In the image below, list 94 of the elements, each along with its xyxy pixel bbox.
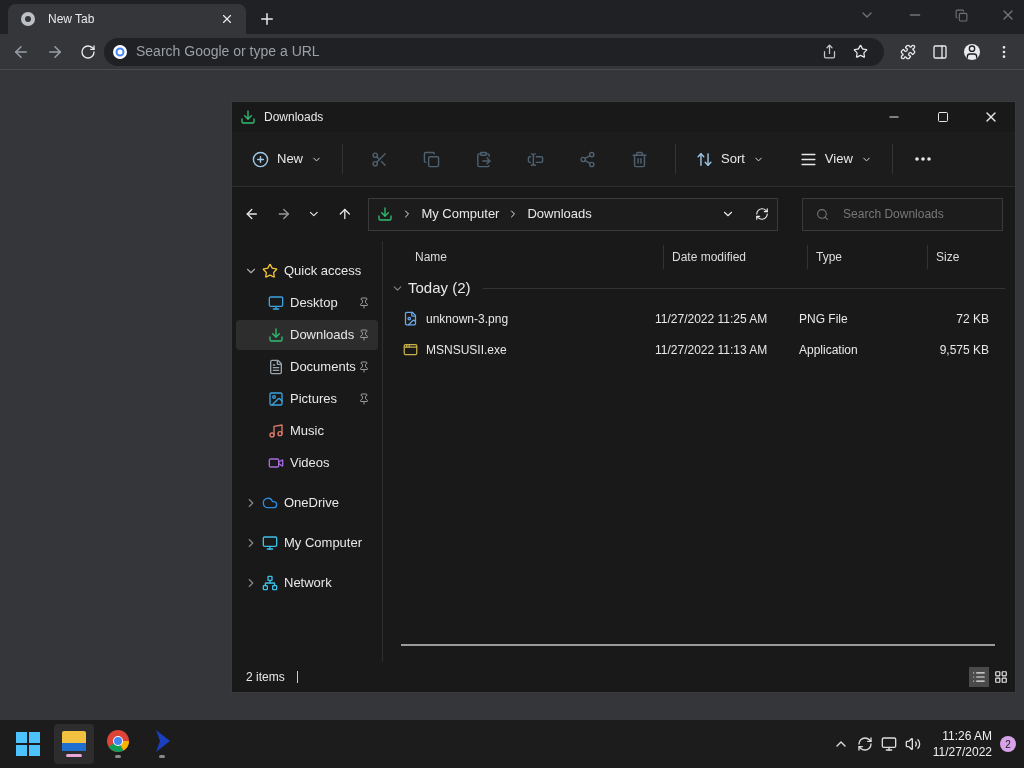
monitor-icon (262, 535, 278, 551)
image-file-icon (403, 311, 418, 326)
size-cell-text: 72 KB (955, 310, 989, 328)
clipboard-icon (474, 150, 492, 168)
column-header[interactable]: Date modified (663, 245, 807, 269)
sync-icon[interactable] (856, 736, 873, 752)
pin-icon[interactable] (358, 329, 370, 341)
horizontal-scrollbar[interactable] (401, 644, 995, 646)
address-bar[interactable]: My Computer Downloads (368, 197, 779, 231)
tiles-icon (994, 670, 1008, 684)
sidebar-item[interactable]: Videos (236, 448, 378, 478)
refresh-icon[interactable] (755, 207, 770, 221)
chrome-icon (20, 11, 36, 27)
network-icon[interactable] (880, 736, 897, 752)
sidebar-item[interactable]: My Computer (236, 528, 378, 558)
group-header[interactable]: Today (2) (408, 276, 471, 300)
search-icon (816, 207, 830, 221)
file-name: unknown-3.png (426, 310, 509, 328)
download-icon (268, 327, 284, 343)
arrow-logo-icon (154, 730, 170, 752)
document-icon (268, 359, 284, 375)
size-cell-text: 9,575 KB (938, 341, 989, 359)
cloud-icon (262, 495, 278, 511)
extensions-icon[interactable] (900, 43, 916, 60)
scissors-icon (370, 150, 388, 168)
pin-icon[interactable] (358, 361, 370, 373)
reload-icon[interactable] (80, 43, 96, 60)
share-icon (578, 150, 596, 168)
notification-badge[interactable]: 2 (1000, 736, 1016, 752)
breadcrumb-item[interactable]: Downloads (527, 204, 592, 224)
column-header[interactable]: Type (807, 245, 927, 269)
folder-icon (62, 731, 86, 751)
clock[interactable]: 11:26 AM 11/27/2022 (932, 728, 992, 760)
pin-icon[interactable] (358, 393, 370, 405)
taskbar-app[interactable] (54, 724, 94, 764)
desktop-icon (268, 295, 284, 311)
file-name: MSNSUSII.exe (426, 341, 507, 359)
star-icon (262, 263, 278, 279)
volume-icon[interactable] (904, 736, 921, 752)
sidebar-item[interactable]: Desktop (236, 288, 378, 318)
date-cell-text: 11/27/2022 11:25 AM (655, 310, 769, 328)
rename-icon (526, 150, 544, 168)
toolbar-menu-button[interactable]: New (244, 143, 330, 175)
sidebar-item[interactable]: OneDrive (236, 488, 378, 518)
toolbar-menu-button[interactable]: Sort (688, 143, 772, 175)
network-icon (262, 575, 278, 591)
date-cell-text: 11/27/2022 11:13 AM (655, 341, 769, 359)
window-title: Downloads (264, 109, 325, 126)
type-cell-text: Application (799, 341, 859, 359)
sidebar-item[interactable]: Music (236, 416, 378, 446)
share-icon[interactable] (822, 44, 837, 59)
sidebar-item[interactable]: Pictures (236, 384, 378, 414)
file-row[interactable]: MSNSUSII.exe 11/27/2022 11:13 AM Application 9,575 KB (391, 334, 1005, 365)
profile-icon[interactable] (964, 43, 980, 60)
column-header[interactable]: Name (391, 245, 663, 269)
music-icon (268, 423, 284, 439)
copy-icon (422, 150, 440, 168)
tab-title: New Tab (48, 11, 96, 28)
download-icon (240, 109, 256, 125)
type-cell-text: PNG File (799, 310, 849, 328)
column-header[interactable]: Size (927, 245, 1005, 269)
restore-icon[interactable] (955, 8, 968, 22)
google-icon (112, 43, 128, 60)
address-field[interactable]: Search Google or type a URL (136, 41, 814, 62)
start-icon[interactable] (16, 732, 40, 756)
maximize-icon[interactable] (937, 111, 949, 123)
browser-tab[interactable]: New Tab (8, 4, 246, 34)
breadcrumb-item[interactable]: My Computer (421, 204, 500, 224)
video-icon (268, 455, 284, 471)
plus-circle-icon (252, 150, 269, 168)
toolbar-menu-button[interactable]: View (791, 143, 880, 175)
close-icon[interactable] (220, 12, 234, 26)
picture-icon (268, 391, 284, 407)
item-count: 2 items (246, 669, 285, 686)
trash-icon (630, 150, 648, 168)
list-icon (972, 670, 986, 684)
sidebar-item[interactable]: Downloads (236, 320, 378, 350)
side-panel-icon[interactable] (932, 43, 948, 60)
details-view-button[interactable] (969, 667, 989, 687)
back-icon[interactable] (244, 206, 260, 222)
chrome-icon (107, 730, 129, 752)
download-icon (377, 206, 394, 222)
more-icon (914, 157, 931, 161)
file-row[interactable]: unknown-3.png 11/27/2022 11:25 AM PNG File 72 KB (391, 303, 1005, 334)
sidebar-item[interactable]: Network (236, 568, 378, 598)
pin-icon[interactable] (358, 297, 370, 309)
star-icon[interactable] (853, 44, 868, 59)
sidebar-item[interactable]: Documents (236, 352, 378, 382)
search-field[interactable]: Search Downloads (802, 197, 1004, 231)
sidebar-item[interactable]: Quick access (236, 256, 378, 286)
omnibox[interactable]: Search Google or type a URL (104, 37, 884, 66)
new-tab-icon[interactable] (258, 10, 276, 28)
app-icon (403, 342, 418, 357)
sort-arrows-icon (696, 150, 713, 168)
